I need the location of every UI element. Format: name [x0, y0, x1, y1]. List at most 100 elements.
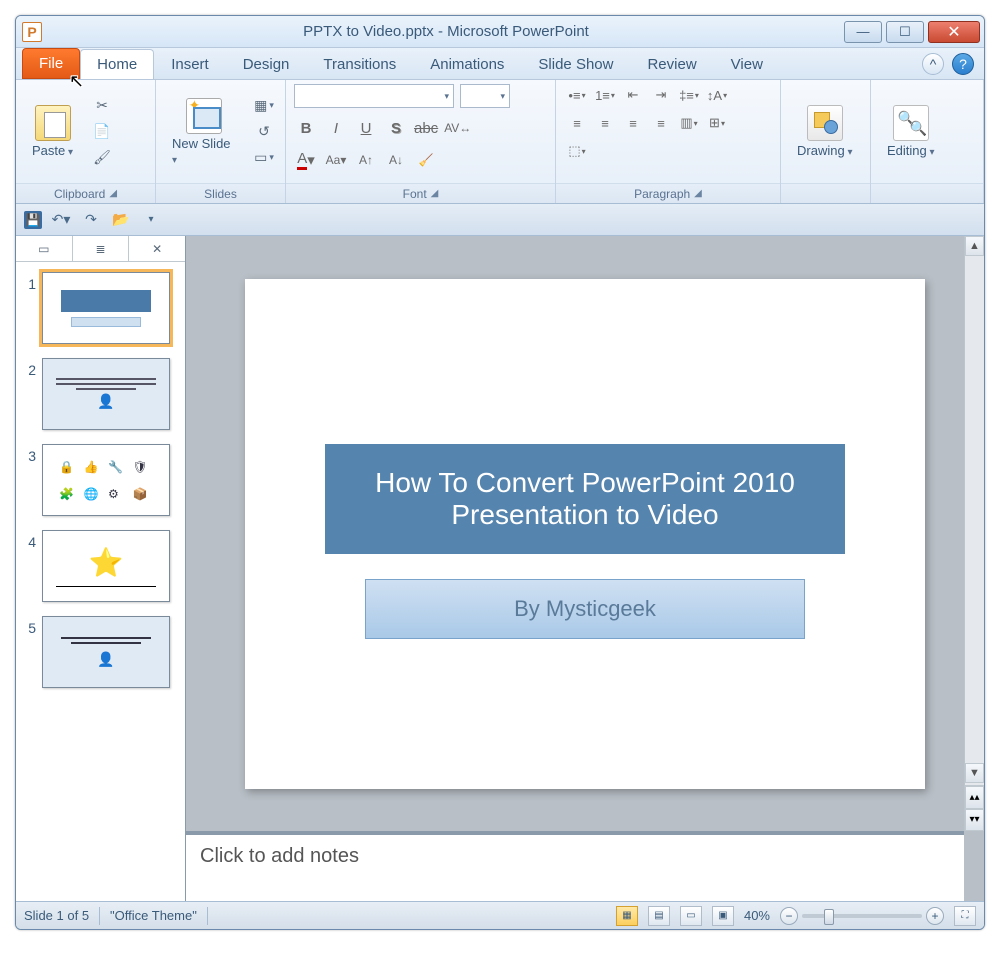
group-drawing-label: [781, 183, 870, 203]
slide-subtitle[interactable]: By Mysticgeek: [365, 579, 805, 639]
decrease-indent-button[interactable]: ⇤: [620, 84, 646, 106]
layout-button[interactable]: ▦: [251, 95, 277, 117]
drawing-button[interactable]: Drawing: [789, 101, 861, 162]
columns-button[interactable]: ▥: [676, 112, 702, 134]
editing-button[interactable]: Editing: [879, 101, 943, 162]
fit-window-button[interactable]: ⛶: [954, 906, 976, 926]
group-slides-label: Slides: [156, 183, 285, 203]
slide-panel: ▭ ≣ ✕ 1 2👤 3🔒👍🔧🛡🧩🌐⚙📦 4⭐ 5👤: [16, 236, 186, 901]
clear-formatting-button[interactable]: 🧹: [414, 148, 438, 172]
help-button[interactable]: ?: [952, 53, 974, 75]
qat-customize-button[interactable]: ▾: [140, 209, 162, 231]
font-size-combo[interactable]: ▾: [460, 84, 510, 108]
group-font-label: Font◢: [286, 183, 555, 203]
numbering-button[interactable]: 1≡: [592, 84, 618, 106]
maximize-button[interactable]: ☐: [886, 21, 924, 43]
window-title: PPTX to Video.pptx - Microsoft PowerPoin…: [48, 23, 844, 40]
vertical-scrollbar[interactable]: ▲ ▼ ▴▴ ▾▾: [964, 236, 984, 831]
minimize-ribbon-button[interactable]: ^: [922, 53, 944, 75]
tab-insert[interactable]: Insert: [154, 49, 226, 79]
notes-pane[interactable]: Click to add notes: [186, 831, 964, 901]
thumbnail-2[interactable]: 2👤: [22, 358, 179, 430]
tab-transitions[interactable]: Transitions: [306, 49, 413, 79]
char-spacing-button[interactable]: AV↔: [444, 116, 471, 140]
close-panel-button[interactable]: ✕: [129, 236, 185, 261]
tab-design[interactable]: Design: [226, 49, 307, 79]
redo-button[interactable]: ↷: [80, 209, 102, 231]
zoom-in-button[interactable]: +: [926, 907, 944, 925]
tab-review[interactable]: Review: [630, 49, 713, 79]
thumbnail-4[interactable]: 4⭐: [22, 530, 179, 602]
clipboard-dialog-launcher[interactable]: ◢: [109, 188, 117, 199]
group-paragraph-label: Paragraph◢: [556, 183, 780, 203]
format-painter-button[interactable]: 🖌: [89, 147, 115, 169]
content-area: ▭ ≣ ✕ 1 2👤 3🔒👍🔧🛡🧩🌐⚙📦 4⭐ 5👤 How To Conver…: [16, 236, 984, 901]
group-clipboard-label: Clipboard◢: [16, 183, 155, 203]
smartart-button[interactable]: ⬚: [564, 140, 590, 162]
shadow-button[interactable]: S: [384, 116, 408, 140]
bold-button[interactable]: B: [294, 116, 318, 140]
zoom-slider[interactable]: [802, 914, 922, 918]
thumbnail-3[interactable]: 3🔒👍🔧🛡🧩🌐⚙📦: [22, 444, 179, 516]
zoom-out-button[interactable]: −: [780, 907, 798, 925]
open-button[interactable]: 📂: [110, 209, 132, 231]
tab-file[interactable]: File↖: [22, 48, 80, 79]
section-button[interactable]: ▭: [251, 147, 277, 169]
tab-home[interactable]: Home: [80, 49, 154, 79]
paragraph-dialog-launcher[interactable]: ◢: [694, 188, 702, 199]
close-button[interactable]: ✕: [928, 21, 980, 43]
font-dialog-launcher[interactable]: ◢: [431, 188, 439, 199]
new-slide-button[interactable]: New Slide: [164, 94, 243, 170]
thumbnail-5[interactable]: 5👤: [22, 616, 179, 688]
outline-tab-button[interactable]: ≣: [73, 236, 130, 261]
scroll-up-button[interactable]: ▲: [965, 236, 984, 256]
align-left-button[interactable]: ≡: [564, 112, 590, 134]
minimize-button[interactable]: —: [844, 21, 882, 43]
prev-slide-button[interactable]: ▴▴: [965, 786, 984, 809]
slide-title[interactable]: How To Convert PowerPoint 2010 Presentat…: [325, 444, 845, 554]
app-icon: P: [22, 22, 42, 42]
slide-canvas[interactable]: How To Convert PowerPoint 2010 Presentat…: [186, 236, 984, 831]
align-center-button[interactable]: ≡: [592, 112, 618, 134]
bullets-button[interactable]: •≡: [564, 84, 590, 106]
next-slide-button[interactable]: ▾▾: [965, 809, 984, 832]
justify-button[interactable]: ≡: [648, 112, 674, 134]
tab-slideshow[interactable]: Slide Show: [521, 49, 630, 79]
strikethrough-button[interactable]: abc: [414, 116, 438, 140]
shrink-font-button[interactable]: A↓: [384, 148, 408, 172]
slideshow-view-button[interactable]: ▣: [712, 906, 734, 926]
grow-font-button[interactable]: A↑: [354, 148, 378, 172]
slide[interactable]: How To Convert PowerPoint 2010 Presentat…: [245, 279, 925, 789]
change-case-button[interactable]: Aa▾: [324, 148, 348, 172]
thumbnail-1[interactable]: 1: [22, 272, 179, 344]
undo-button[interactable]: ↶▾: [50, 209, 72, 231]
slides-tab-button[interactable]: ▭: [16, 236, 73, 261]
align-right-button[interactable]: ≡: [620, 112, 646, 134]
paste-button[interactable]: Paste: [24, 101, 81, 162]
italic-button[interactable]: I: [324, 116, 348, 140]
normal-view-button[interactable]: ▦: [616, 906, 638, 926]
scroll-down-button[interactable]: ▼: [965, 763, 984, 783]
copy-button[interactable]: 📄: [89, 121, 115, 143]
underline-button[interactable]: U: [354, 116, 378, 140]
font-family-combo[interactable]: ▾: [294, 84, 454, 108]
increase-indent-button[interactable]: ⇥: [648, 84, 674, 106]
reset-button[interactable]: ↺: [251, 121, 277, 143]
font-color-button[interactable]: A▾: [294, 148, 318, 172]
reading-view-button[interactable]: ▭: [680, 906, 702, 926]
tab-view[interactable]: View: [714, 49, 780, 79]
clipboard-icon: [35, 105, 71, 141]
tab-animations[interactable]: Animations: [413, 49, 521, 79]
app-window: P PPTX to Video.pptx - Microsoft PowerPo…: [15, 15, 985, 930]
title-bar: P PPTX to Video.pptx - Microsoft PowerPo…: [16, 16, 984, 48]
save-button[interactable]: 💾: [24, 211, 42, 229]
slide-indicator: Slide 1 of 5: [24, 908, 89, 923]
line-spacing-button[interactable]: ‡≡: [676, 84, 702, 106]
cut-button[interactable]: ✂: [89, 95, 115, 117]
zoom-value: 40%: [744, 908, 770, 923]
align-text-button[interactable]: ⊞: [704, 112, 730, 134]
text-direction-button[interactable]: ↕A: [704, 84, 730, 106]
sorter-view-button[interactable]: ▤: [648, 906, 670, 926]
thumbnail-list: 1 2👤 3🔒👍🔧🛡🧩🌐⚙📦 4⭐ 5👤: [16, 262, 185, 901]
theme-indicator: "Office Theme": [110, 908, 197, 923]
